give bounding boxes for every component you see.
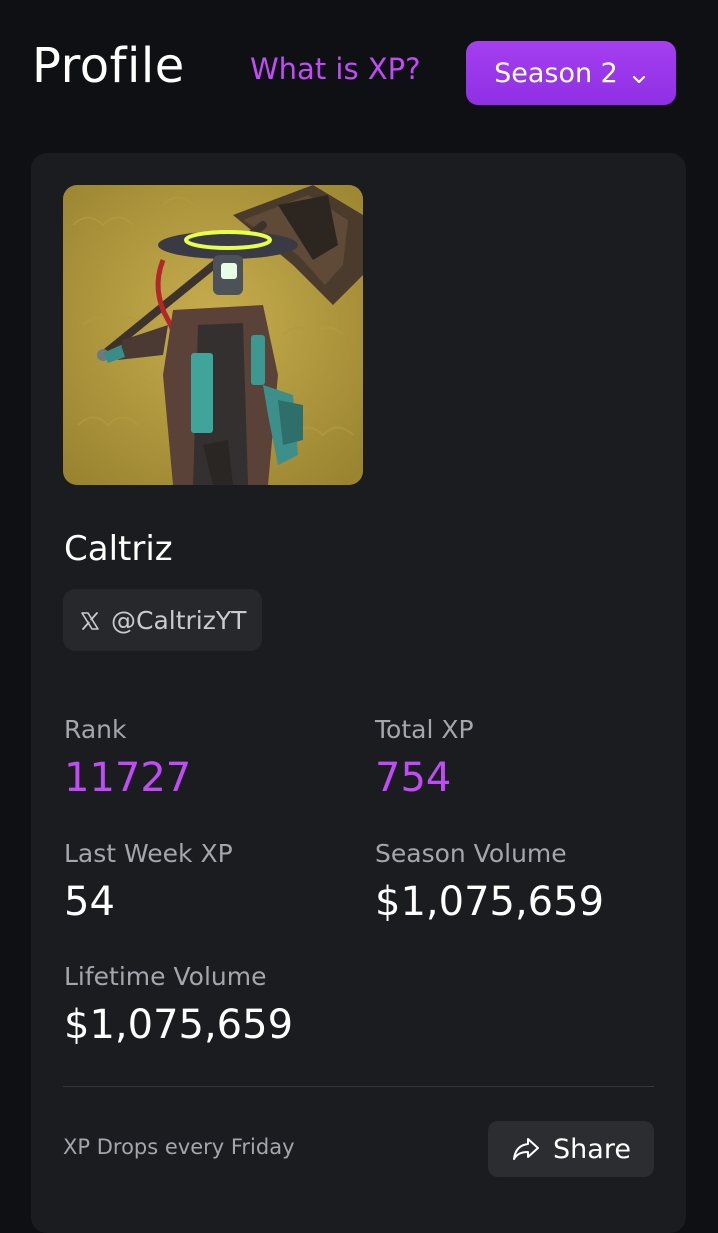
xp-drop-note: XP Drops every Friday (63, 1135, 295, 1159)
season-selector-button[interactable]: Season 2 (466, 41, 676, 105)
x-logo-icon (79, 609, 101, 631)
last-week-xp-label: Last Week XP (64, 839, 233, 868)
season-volume-value: $1,075,659 (375, 879, 605, 925)
total-xp-stat: Total XP 754 (375, 717, 474, 798)
rank-value: 11727 (64, 755, 192, 801)
display-name: Caltriz (64, 529, 173, 569)
total-xp-value: 754 (375, 755, 452, 801)
twitter-handle-chip[interactable]: @CaltrizYT (63, 589, 263, 651)
twitter-handle: @CaltrizYT (111, 605, 247, 635)
season-selector-label: Season 2 (494, 57, 618, 89)
page-header: Profile What is XP? Season 2 (0, 0, 718, 130)
share-button[interactable]: Share (488, 1121, 654, 1177)
what-is-xp-link[interactable]: What is XP? (250, 55, 421, 84)
divider (63, 1086, 654, 1087)
chevron-down-icon (630, 64, 648, 84)
share-label: Share (553, 1133, 631, 1165)
total-xp-label: Total XP (375, 715, 474, 744)
last-week-xp-value: 54 (64, 879, 115, 925)
lifetime-volume-value: $1,075,659 (64, 1002, 294, 1048)
profile-card: Caltriz @CaltrizYT Rank 11727 Total XP 7… (31, 153, 686, 1233)
lifetime-volume-stat: Lifetime Volume $1,075,659 (64, 964, 293, 1045)
rank-stat: Rank 11727 (64, 717, 191, 798)
share-arrow-icon (511, 1136, 541, 1162)
avatar (63, 185, 363, 485)
last-week-xp-stat: Last Week XP 54 (64, 841, 233, 922)
rank-label: Rank (64, 715, 127, 744)
page-title: Profile (32, 38, 185, 94)
season-volume-stat: Season Volume $1,075,659 (375, 841, 604, 922)
lifetime-volume-label: Lifetime Volume (64, 962, 267, 991)
season-volume-label: Season Volume (375, 839, 567, 868)
